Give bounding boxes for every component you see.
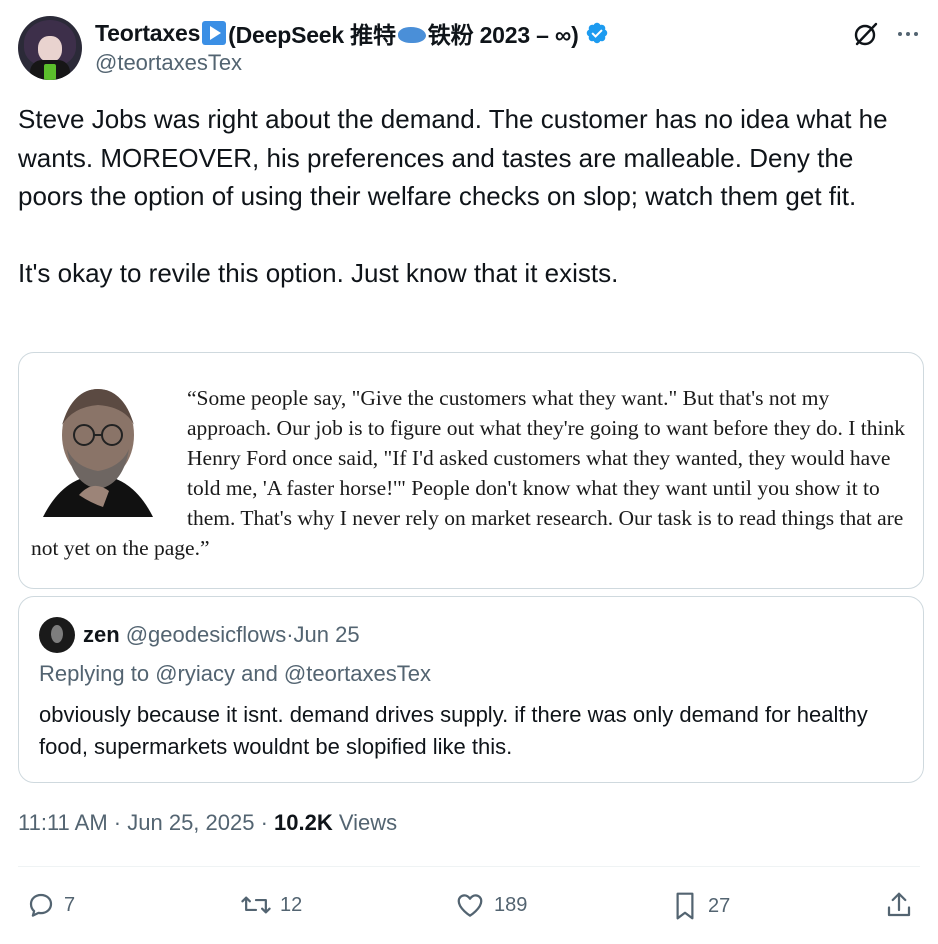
quoted-author-name: zen [83, 622, 120, 647]
views-label: Views [332, 810, 398, 835]
tweet-meta: 11:11 AM · Jun 25, 2025 · 10.2K Views [18, 810, 397, 836]
replying-prefix: Replying to [39, 661, 156, 686]
divider [18, 866, 920, 867]
quoted-tweet-header: zen @geodesicflows · Jun 25 [39, 617, 360, 653]
quoted-separator: · [286, 622, 294, 647]
tweet-header: Teortaxes (DeepSeek 推特 铁粉 2023 – ∞) @teo… [18, 14, 920, 84]
author-avatar[interactable] [18, 16, 82, 80]
quoted-author-avatar [39, 617, 75, 653]
reply-to-ryiacy-link: @ryiacy [155, 661, 235, 686]
quoted-date: Jun 25 [293, 622, 360, 647]
replying-and: and [234, 661, 284, 686]
more-options-icon[interactable] [896, 22, 920, 46]
repost-count: 12 [280, 893, 303, 916]
share-icon [887, 892, 911, 917]
reply-to-teortaxes-link: @teortaxesTex [283, 661, 431, 686]
author-name-row[interactable]: Teortaxes (DeepSeek 推特 铁粉 2023 – ∞) [95, 16, 609, 50]
grok-icon[interactable] [852, 20, 880, 48]
meta-separator: · [107, 810, 128, 835]
media-image[interactable]: “Some people say, "Give the customers wh… [18, 352, 924, 589]
top-actions [852, 20, 920, 48]
repost-button[interactable]: 12 [240, 890, 302, 920]
like-button[interactable]: 189 [454, 890, 527, 920]
author-handle[interactable]: @teortaxesTex [95, 50, 242, 76]
reply-count: 7 [64, 893, 76, 916]
tweet-time[interactable]: 11:11 AM [18, 810, 108, 835]
like-count: 189 [494, 893, 528, 916]
quoted-author-handle: @geodesicflows [125, 622, 287, 647]
quoted-tweet-text: obviously because it isnt. demand drives… [39, 702, 868, 759]
tweet-text: Steve Jobs was right about the demand. T… [18, 104, 888, 288]
whale-emoji-icon [397, 27, 426, 43]
tweet-date[interactable]: Jun 25, 2025 [127, 810, 254, 835]
reply-button[interactable]: 7 [26, 890, 75, 920]
meta-separator-2: · [254, 810, 275, 835]
quoted-tweet[interactable]: zen @geodesicflows · Jun 25 Replying to … [18, 596, 924, 783]
author-name-part1: Teortaxes [95, 19, 201, 46]
author-name-part2: (DeepSeek 推特 [228, 22, 396, 48]
repost-icon [241, 896, 271, 914]
bookmark-count: 27 [708, 894, 731, 917]
bookmark-icon [676, 892, 694, 920]
views-count: 10.2K [274, 810, 333, 835]
media-quote-text: “Some people say, "Give the customers wh… [31, 383, 911, 563]
bookmark-button[interactable]: 27 [670, 890, 730, 922]
verified-badge-icon [586, 22, 607, 44]
action-bar: 7 12 189 27 [18, 890, 920, 928]
reply-icon [29, 893, 53, 917]
play-button-emoji-icon [202, 21, 227, 45]
author-name-part3: 铁粉 2023 – ∞) [427, 22, 579, 48]
heart-icon [457, 894, 483, 917]
replying-to-line: Replying to @ryiacy and @teortaxesTex [39, 661, 431, 687]
share-button[interactable] [884, 890, 914, 920]
